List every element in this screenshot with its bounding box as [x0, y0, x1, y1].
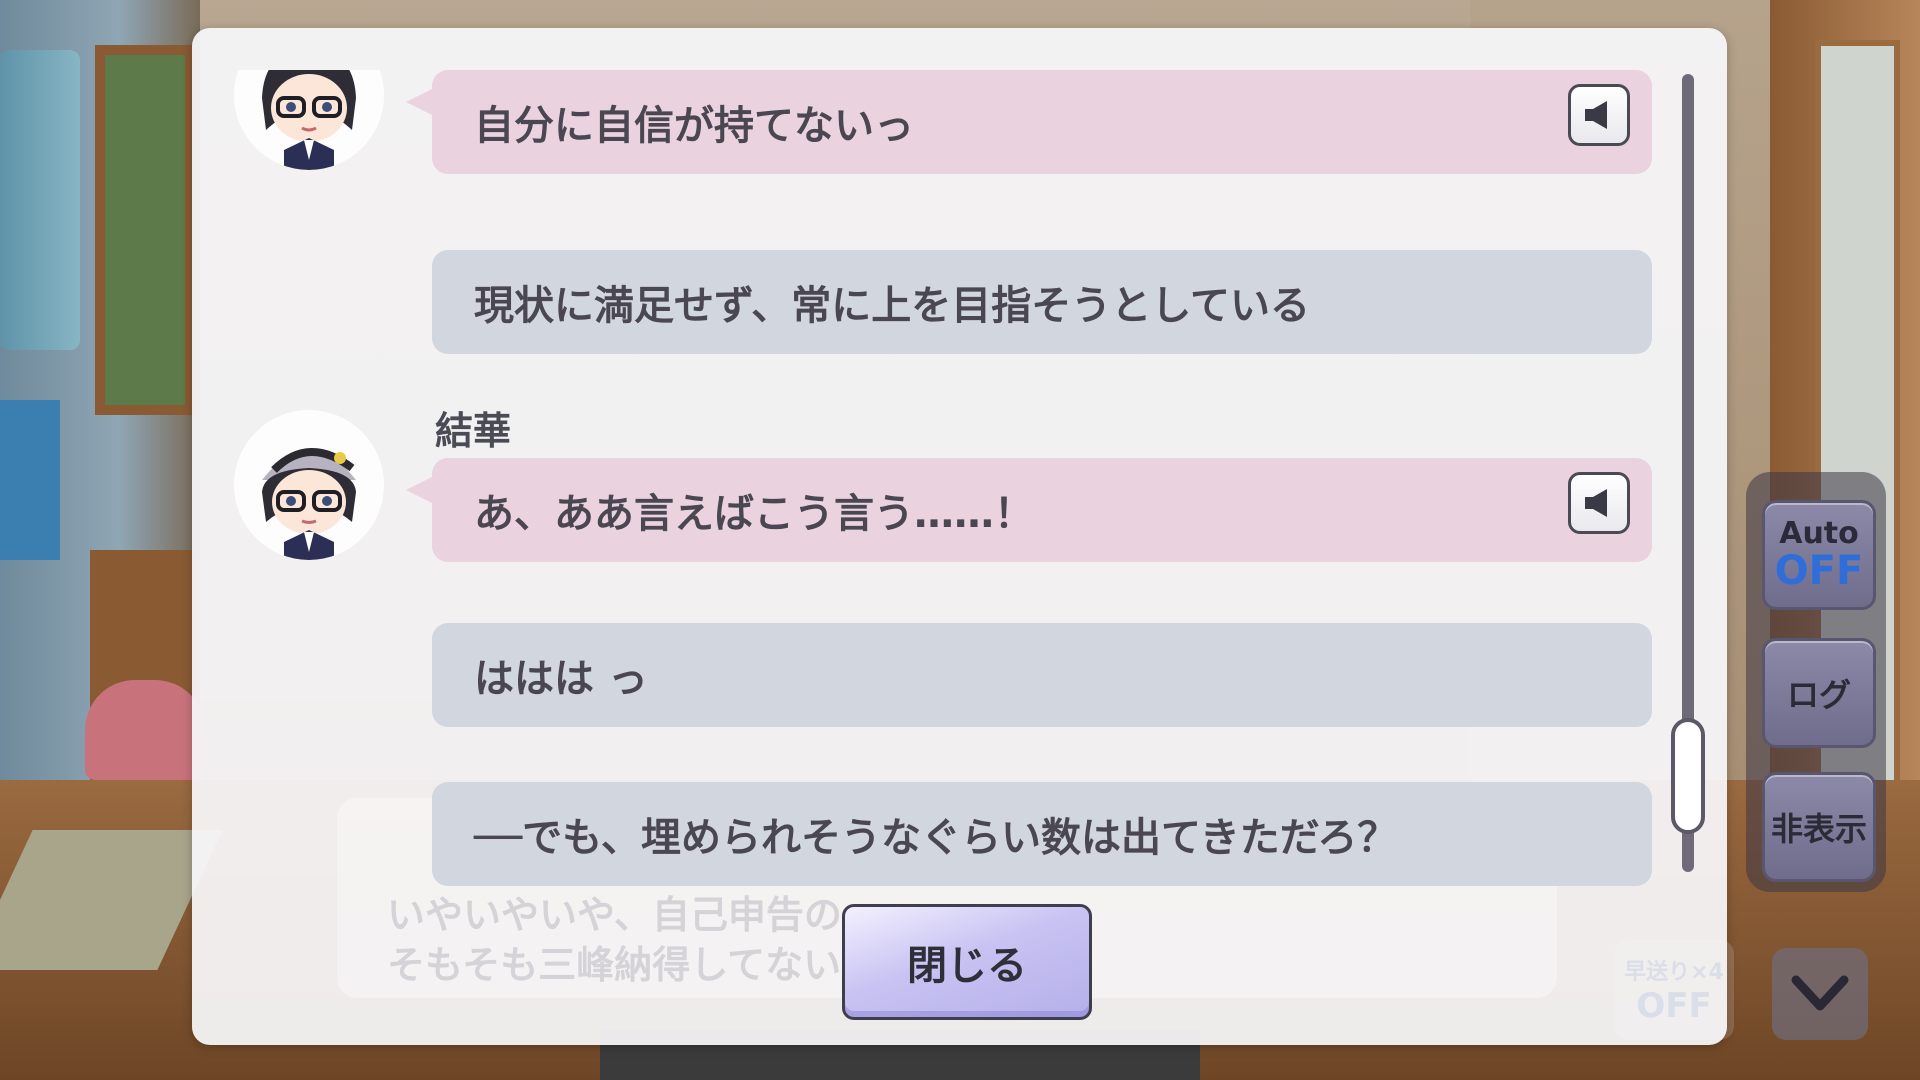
wall-poster	[0, 400, 60, 560]
dialogue-log-panel: いやいやいや、自己申告の そもそも三峰納得してない 自分に自信が持てないっ 現状…	[192, 28, 1727, 1045]
log-scrollbar-thumb[interactable]	[1671, 718, 1705, 834]
underlying-message-text: いやいやいや、自己申告の そもそも三峰納得してない	[387, 890, 842, 990]
log-button[interactable]: ログ	[1762, 638, 1876, 748]
voice-replay-button[interactable]	[1568, 472, 1630, 534]
voice-replay-button[interactable]	[1568, 84, 1630, 146]
log-message-1: 自分に自信が持てないっ	[406, 70, 1652, 174]
log-message-text: ──でも、埋められそうなぐらい数は出てきただろ？	[474, 815, 1398, 861]
speaker-icon	[1585, 101, 1607, 129]
auto-state: OFF	[1774, 548, 1864, 594]
log-message-text: 自分に自信が持てないっ	[474, 103, 914, 149]
log-message-5: ──でも、埋められそうなぐらい数は出てきただろ？	[432, 782, 1652, 886]
avatar-yuika	[234, 410, 384, 560]
close-button[interactable]: 閉じる	[842, 904, 1092, 1020]
collapse-menu-button[interactable]	[1772, 948, 1868, 1040]
log-message-2: 現状に満足せず、常に上を目指そうとしている	[432, 250, 1652, 354]
chibi-face-icon	[234, 70, 384, 170]
log-message-text: あ、ああ言えばこう言う……！	[474, 491, 1034, 537]
underlying-message-line-1: いやいやいや、自己申告の	[387, 893, 842, 937]
hide-ui-label: 非表示	[1770, 810, 1867, 848]
room-window	[95, 45, 195, 415]
log-button-label: ログ	[1786, 676, 1851, 714]
chevron-down-icon	[1791, 975, 1849, 1011]
log-scroll-area[interactable]: 自分に自信が持てないっ 現状に満足せず、常に上を目指そうとしている 結華 あ、あ…	[192, 70, 1672, 893]
log-message-text: 現状に満足せず、常に上を目指そうとしている	[474, 283, 1310, 329]
auto-toggle-button[interactable]: Auto OFF	[1762, 500, 1876, 610]
log-message-4: ははは っ	[432, 623, 1652, 727]
fast-forward-label: 早送り×4	[1624, 960, 1724, 985]
avatar-yuika	[234, 70, 384, 170]
pink-stool	[85, 680, 205, 780]
auto-label: Auto	[1779, 516, 1859, 551]
hanging-jacket	[0, 50, 80, 350]
log-message-text: ははは っ	[474, 656, 648, 702]
speaker-icon	[1585, 489, 1607, 517]
fast-forward-state: OFF	[1636, 986, 1712, 1026]
chibi-face-icon	[234, 410, 384, 560]
underlying-message-line-2: そもそも三峰納得してない	[387, 943, 842, 987]
speaker-name: 結華	[435, 409, 512, 453]
fast-forward-button[interactable]: 早送り×4 OFF	[1614, 940, 1734, 1040]
log-message-3: あ、ああ言えばこう言う……！	[406, 458, 1652, 562]
hide-ui-button[interactable]: 非表示	[1762, 772, 1876, 882]
